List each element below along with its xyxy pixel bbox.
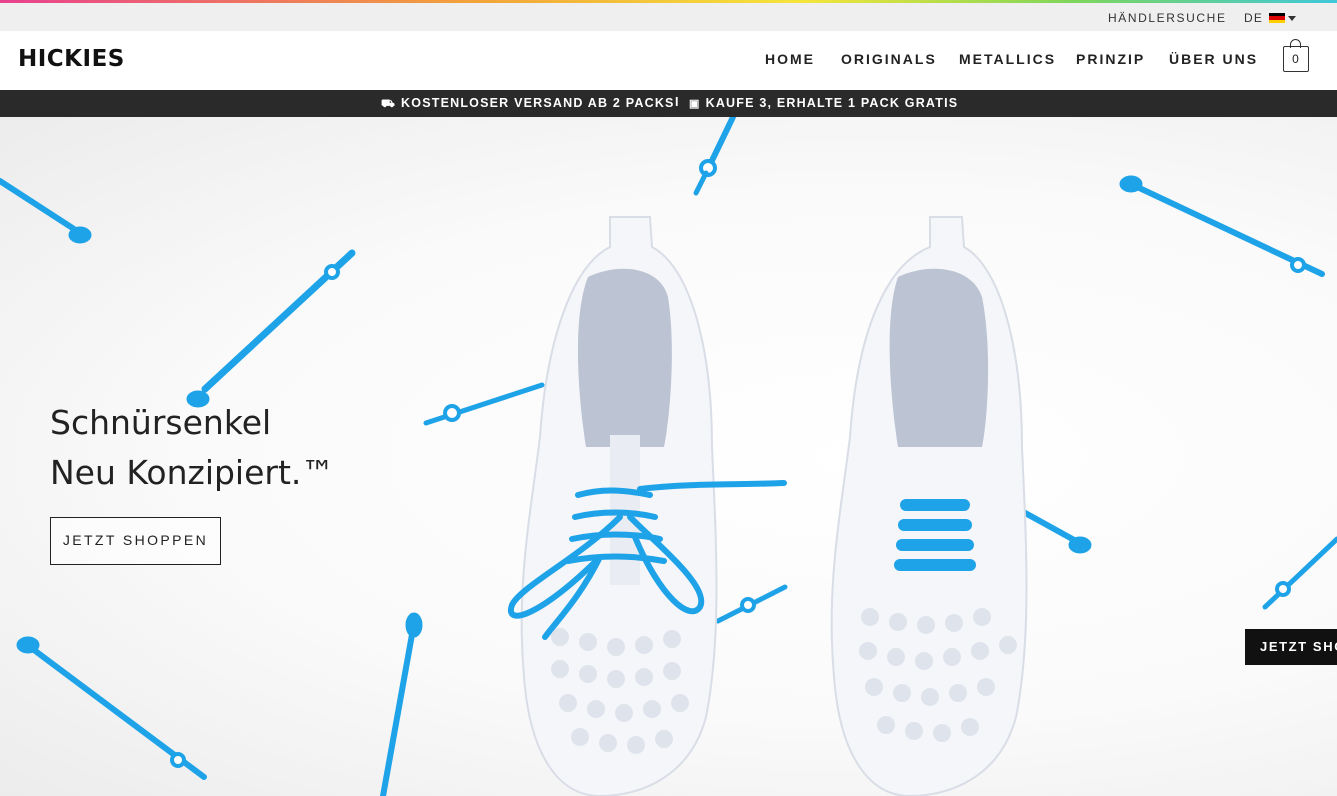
language-selector[interactable]: DE bbox=[1244, 11, 1263, 25]
shopping-bag-icon[interactable]: 0 bbox=[1283, 39, 1309, 72]
hero-headline: Schnürsenkel Neu Konzipiert.™ bbox=[50, 398, 334, 498]
bag-handle bbox=[1290, 39, 1301, 48]
flag-de-icon[interactable] bbox=[1269, 13, 1285, 23]
cart-count: 0 bbox=[1292, 52, 1299, 66]
gift-icon: ▣ bbox=[689, 98, 701, 110]
utility-bar: HÄNDLERSUCHE DE bbox=[0, 3, 1337, 31]
sneaker-right bbox=[830, 216, 1028, 796]
promo-offer-text: KAUFE 3, ERHALTE 1 PACK GRATIS bbox=[705, 96, 959, 110]
promo-bar: ⛟ KOSTENLOSER VERSAND AB 2 PACKS I ▣ KAUFE… bbox=[0, 90, 1337, 117]
side-shop-now-button[interactable]: JETZT SHOPPEN bbox=[1245, 629, 1337, 665]
chevron-down-icon[interactable] bbox=[1288, 16, 1296, 21]
nav-ueber-uns[interactable]: ÜBER UNS bbox=[1169, 51, 1258, 67]
promo-shipping: ⛟ KOSTENLOSER VERSAND AB 2 PACKS bbox=[381, 96, 675, 112]
logo[interactable]: HICKIES bbox=[18, 46, 125, 72]
main-header: HICKIES HOME ORIGINALS METALLICS PRINZIP… bbox=[0, 31, 1337, 90]
nav-metallics[interactable]: METALLICS bbox=[959, 51, 1056, 67]
nav-prinzip[interactable]: PRINZIP bbox=[1076, 51, 1145, 67]
promo-separator: I bbox=[675, 95, 680, 109]
sneaker-left bbox=[507, 216, 787, 796]
dealer-search-link[interactable]: HÄNDLERSUCHE bbox=[1108, 11, 1227, 25]
hero-banner: Schnürsenkel Neu Konzipiert.™ JETZT SHOP… bbox=[0, 117, 1337, 796]
hero-headline-line1: Schnürsenkel bbox=[50, 403, 272, 442]
promo-offer: ▣ KAUFE 3, ERHALTE 1 PACK GRATIS bbox=[689, 96, 958, 110]
shop-now-button[interactable]: JETZT SHOPPEN bbox=[50, 517, 221, 565]
promo-shipping-text: KOSTENLOSER VERSAND AB 2 PACKS bbox=[401, 96, 675, 110]
nav-originals[interactable]: ORIGINALS bbox=[841, 51, 937, 67]
hero-headline-line2: Neu Konzipiert.™ bbox=[50, 453, 335, 492]
truck-icon: ⛟ bbox=[381, 98, 397, 110]
nav-home[interactable]: HOME bbox=[765, 51, 815, 67]
